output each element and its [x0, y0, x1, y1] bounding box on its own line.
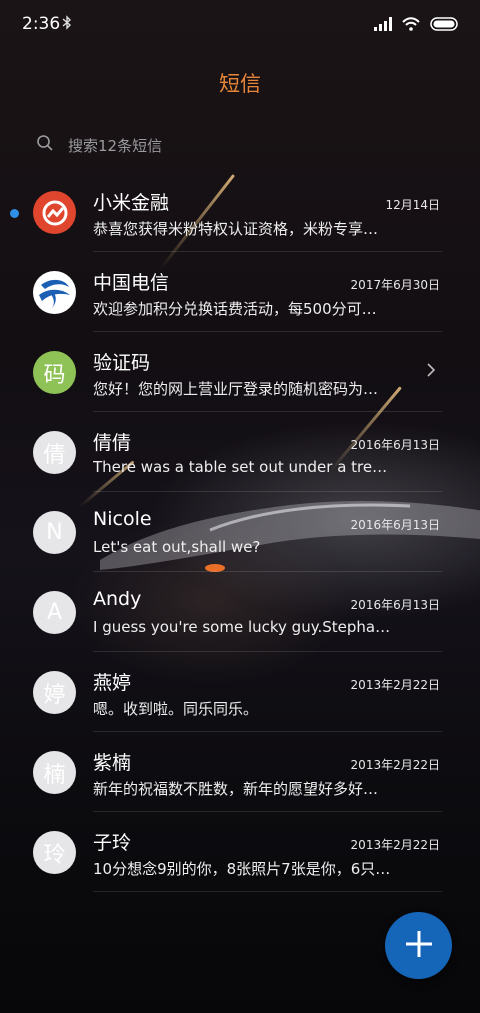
- message-date: 2016年6月13日: [350, 598, 440, 612]
- chevron-right-icon: [426, 362, 436, 382]
- message-preview: 您好！您的网上营业厅登录的随机密码为…: [93, 380, 379, 398]
- avatar: 婷: [33, 671, 76, 714]
- message-preview: Let's eat out,shall we?: [93, 538, 261, 556]
- conversation-row[interactable]: A Andy 2016年6月13日 I guess you're some lu…: [0, 572, 480, 652]
- contact-name: 验证码: [93, 352, 151, 374]
- contact-name: 子玲: [93, 832, 132, 854]
- contact-name: 紫楠: [93, 752, 132, 774]
- message-preview: 欢迎参加积分兑换话费活动，每500分可…: [93, 300, 377, 318]
- message-preview: 嗯。收到啦。同乐同乐。: [93, 700, 259, 718]
- contact-name: 燕婷: [93, 672, 132, 694]
- contact-name: 小米金融: [93, 192, 170, 214]
- conversation-row[interactable]: 码 验证码 您好！您的网上营业厅登录的随机密码为…: [0, 332, 480, 412]
- avatar: 楠: [33, 751, 76, 794]
- message-preview: 恭喜您获得米粉特权认证资格，米粉专享…: [93, 220, 379, 238]
- status-bar: 2:36: [0, 0, 480, 52]
- search-bar[interactable]: 搜索12条短信: [36, 132, 436, 158]
- message-preview: I guess you're some lucky guy.Stepha…: [93, 618, 391, 636]
- conversation-row[interactable]: 倩 倩倩 2016年6月13日 There was a table set ou…: [0, 412, 480, 492]
- conversation-row[interactable]: 中国电信 2017年6月30日 欢迎参加积分兑换话费活动，每500分可…: [0, 252, 480, 332]
- avatar: 倩: [33, 431, 76, 474]
- bluetooth-icon: [62, 15, 72, 34]
- avatar: N: [33, 511, 76, 554]
- page-title: 短信: [219, 72, 261, 96]
- search-placeholder: 搜索12条短信: [68, 136, 163, 155]
- message-date: 2016年6月13日: [350, 438, 440, 452]
- message-date: 2013年2月22日: [350, 678, 440, 692]
- battery-icon: [430, 16, 460, 35]
- conversation-row[interactable]: 玲 子玲 2013年2月22日 10分想念9别的你，8张照片7张是你，6只…: [0, 812, 480, 892]
- signal-icon: [374, 16, 392, 35]
- china-telecom-logo-icon: [33, 271, 76, 314]
- contact-name: 中国电信: [93, 272, 170, 294]
- wifi-icon: [402, 16, 420, 35]
- plus-icon: [405, 930, 433, 962]
- message-preview: There was a table set out under a tree i…: [93, 458, 393, 476]
- conversation-row[interactable]: 婷 燕婷 2013年2月22日 嗯。收到啦。同乐同乐。: [0, 652, 480, 732]
- new-message-button[interactable]: [385, 912, 452, 979]
- conversation-row[interactable]: 小米金融 12月14日 恭喜您获得米粉特权认证资格，米粉专享…: [0, 172, 480, 252]
- avatar: A: [33, 591, 76, 634]
- message-date: 2017年6月30日: [350, 278, 440, 292]
- divider: [93, 891, 442, 892]
- message-date: 2013年2月22日: [350, 758, 440, 772]
- message-preview: 新年的祝福数不胜数，新年的愿望好多好…: [93, 780, 379, 798]
- search-icon: [36, 134, 54, 156]
- xiaomi-finance-logo-icon: [33, 191, 76, 234]
- contact-name: Nicole: [93, 508, 152, 530]
- avatar: 玲: [33, 831, 76, 874]
- avatar: 码: [33, 351, 76, 394]
- message-date: 2013年2月22日: [350, 838, 440, 852]
- message-date: 2016年6月13日: [350, 518, 440, 532]
- unread-indicator: [10, 209, 19, 218]
- conversation-row[interactable]: N Nicole 2016年6月13日 Let's eat out,shall …: [0, 492, 480, 572]
- conversation-list: 小米金融 12月14日 恭喜您获得米粉特权认证资格，米粉专享… 中国电信 201…: [0, 172, 480, 892]
- contact-name: Andy: [93, 588, 142, 610]
- message-date: 12月14日: [385, 198, 440, 212]
- message-preview: 10分想念9别的你，8张照片7张是你，6只…: [93, 860, 391, 878]
- conversation-row[interactable]: 楠 紫楠 2013年2月22日 新年的祝福数不胜数，新年的愿望好多好…: [0, 732, 480, 812]
- contact-name: 倩倩: [93, 432, 132, 454]
- status-time: 2:36: [22, 14, 61, 34]
